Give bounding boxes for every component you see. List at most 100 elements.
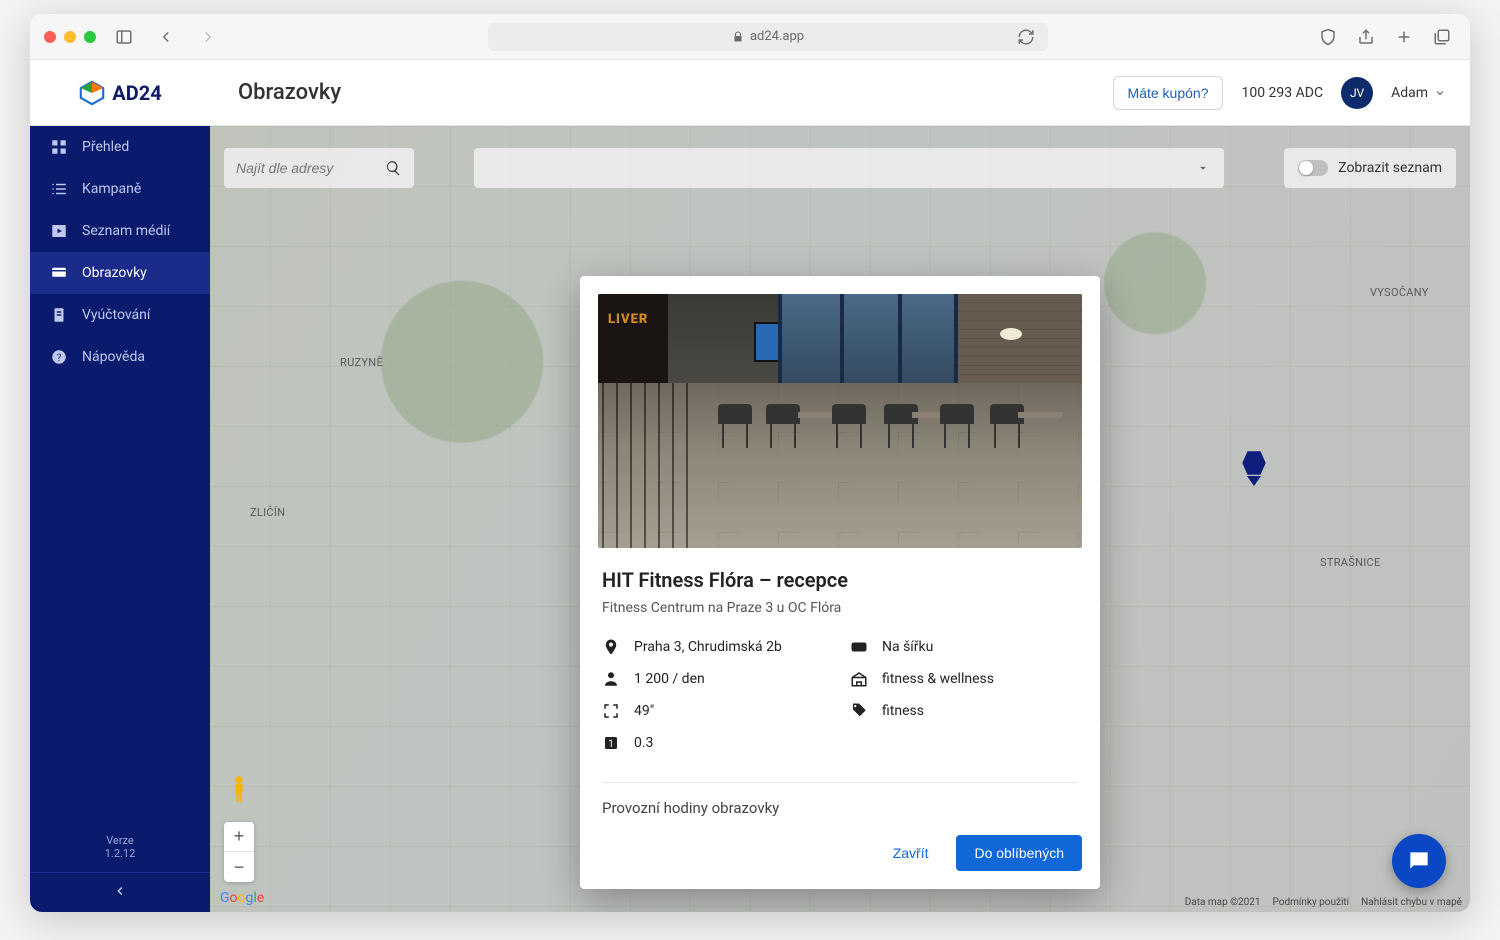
map-pin[interactable] — [1241, 450, 1267, 486]
person-icon — [602, 670, 620, 688]
logo-icon — [78, 79, 106, 107]
favorite-button[interactable]: Do oblíbených — [956, 835, 1082, 871]
fullscreen-icon — [602, 702, 620, 720]
list-toggle-label: Zobrazit seznam — [1338, 160, 1442, 176]
media-icon — [50, 222, 68, 240]
pin-icon — [1241, 450, 1267, 476]
info-size: 49" — [602, 702, 830, 720]
info-traffic-value: 1 200 / den — [634, 671, 705, 687]
chevron-left-icon — [113, 884, 127, 898]
sidebar-collapse[interactable] — [30, 872, 210, 912]
sidebar-item-label: Vyúčtování — [82, 307, 150, 323]
info-aspect-value: 0.3 — [634, 735, 653, 751]
zoom-controls: + − — [224, 822, 254, 882]
browser-chrome: ad24.app — [30, 14, 1470, 60]
number-icon: 1 — [602, 734, 620, 752]
filter-dropdown[interactable] — [474, 148, 1224, 188]
coupon-button[interactable]: Máte kupón? — [1113, 76, 1224, 110]
tabs-icon[interactable] — [1428, 23, 1456, 51]
dashboard-icon — [50, 138, 68, 156]
back-icon[interactable] — [152, 23, 180, 51]
info-address: Praha 3, Chrudimská 2b — [602, 638, 830, 656]
sidebar: Přehled Kampaně Seznam médií Obrazovky V… — [30, 126, 210, 912]
sidebar-item-help[interactable]: ? Nápověda — [30, 336, 210, 378]
app-header: AD24 Obrazovky Máte kupón? 100 293 ADC J… — [30, 60, 1470, 126]
svg-text:?: ? — [57, 353, 62, 364]
chevron-down-icon — [1196, 161, 1210, 175]
close-window-icon[interactable] — [44, 31, 56, 43]
info-tag: fitness — [850, 702, 1078, 720]
info-orientation-value: Na šířku — [882, 639, 933, 655]
billing-icon — [50, 306, 68, 324]
chevron-down-icon — [1434, 87, 1446, 99]
sidebar-toggle-icon[interactable] — [110, 23, 138, 51]
map-credits: Data map ©2021 Podmínky použití Nahlásit… — [1185, 897, 1462, 908]
sidebar-item-label: Kampaně — [82, 181, 141, 197]
info-size-value: 49" — [634, 703, 654, 719]
sidebar-item-media-list[interactable]: Seznam médií — [30, 210, 210, 252]
info-aspect: 1 0.3 — [602, 734, 830, 752]
maximize-window-icon[interactable] — [84, 31, 96, 43]
switch-icon[interactable] — [1298, 160, 1328, 176]
chat-launcher[interactable] — [1392, 834, 1446, 888]
modal-actions: Zavřít Do oblíbených — [580, 835, 1100, 889]
new-tab-icon[interactable] — [1390, 23, 1418, 51]
zoom-out-button[interactable]: − — [224, 852, 254, 882]
version-value: 1.2.12 — [30, 847, 210, 860]
page-title: Obrazovky — [238, 80, 1113, 105]
screen-detail-modal: HIT Fitness Flóra – recepce Fitness Cent… — [580, 276, 1100, 889]
list-icon — [50, 180, 68, 198]
sidebar-item-overview[interactable]: Přehled — [30, 126, 210, 168]
pin-icon — [602, 638, 620, 656]
search-input[interactable] — [236, 160, 375, 176]
sidebar-item-screens[interactable]: Obrazovky — [30, 252, 210, 294]
orientation-icon — [850, 638, 868, 656]
sidebar-item-billing[interactable]: Vyúčtování — [30, 294, 210, 336]
svg-text:1: 1 — [608, 739, 613, 750]
minimize-window-icon[interactable] — [64, 31, 76, 43]
search-icon[interactable] — [385, 158, 402, 178]
close-button[interactable]: Zavřít — [885, 835, 937, 871]
info-address-value: Praha 3, Chrudimská 2b — [634, 639, 782, 655]
streetview-pegman[interactable] — [228, 774, 250, 804]
reload-icon[interactable] — [1012, 23, 1040, 51]
shield-icon[interactable] — [1314, 23, 1342, 51]
sidebar-item-label: Obrazovky — [82, 265, 147, 281]
chat-icon — [1406, 848, 1432, 874]
logo[interactable]: AD24 — [78, 79, 161, 107]
help-icon: ? — [50, 348, 68, 366]
browser-window: ad24.app AD24 Obrazovky Máte — [30, 14, 1470, 912]
credits-terms[interactable]: Podmínky použití — [1273, 897, 1350, 908]
credits-report[interactable]: Nahlásit chybu v mapě — [1361, 897, 1462, 908]
logo-text: AD24 — [112, 81, 161, 105]
url-text: ad24.app — [750, 29, 804, 44]
modal-subtitle: Fitness Centrum na Praze 3 u OC Flóra — [602, 600, 1078, 616]
info-category-value: fitness & wellness — [882, 671, 994, 687]
sidebar-item-label: Nápověda — [82, 349, 145, 365]
username-label: Adam — [1391, 85, 1428, 101]
address-search[interactable] — [224, 148, 414, 188]
info-traffic: 1 200 / den — [602, 670, 830, 688]
logo-wrap: AD24 — [30, 79, 210, 107]
info-category: fitness & wellness — [850, 670, 1078, 688]
lock-icon — [732, 31, 744, 43]
window-controls — [44, 31, 96, 43]
share-icon[interactable] — [1352, 23, 1380, 51]
screens-icon — [50, 264, 68, 282]
sidebar-item-label: Přehled — [82, 139, 129, 155]
forward-icon — [194, 23, 222, 51]
sidebar-item-campaigns[interactable]: Kampaně — [30, 168, 210, 210]
info-orientation: Na šířku — [850, 638, 1078, 656]
url-bar[interactable]: ad24.app — [488, 23, 1048, 51]
balance-value: 100 293 ADC — [1241, 85, 1323, 101]
main-content: RUZYNĚ ZLIČÍN KARLÍN STRAŠNICE VYSOČANY … — [210, 126, 1470, 912]
sidebar-item-label: Seznam médií — [82, 223, 170, 239]
info-grid: Praha 3, Chrudimská 2b Na šířku 1 200 / … — [602, 638, 1078, 752]
user-menu[interactable]: Adam — [1391, 85, 1446, 101]
list-view-toggle[interactable]: Zobrazit seznam — [1284, 148, 1456, 188]
tag-icon — [850, 702, 868, 720]
building-icon — [850, 670, 868, 688]
zoom-in-button[interactable]: + — [224, 822, 254, 852]
hours-title: Provozní hodiny obrazovky — [580, 783, 1100, 835]
avatar[interactable]: JV — [1341, 77, 1373, 109]
